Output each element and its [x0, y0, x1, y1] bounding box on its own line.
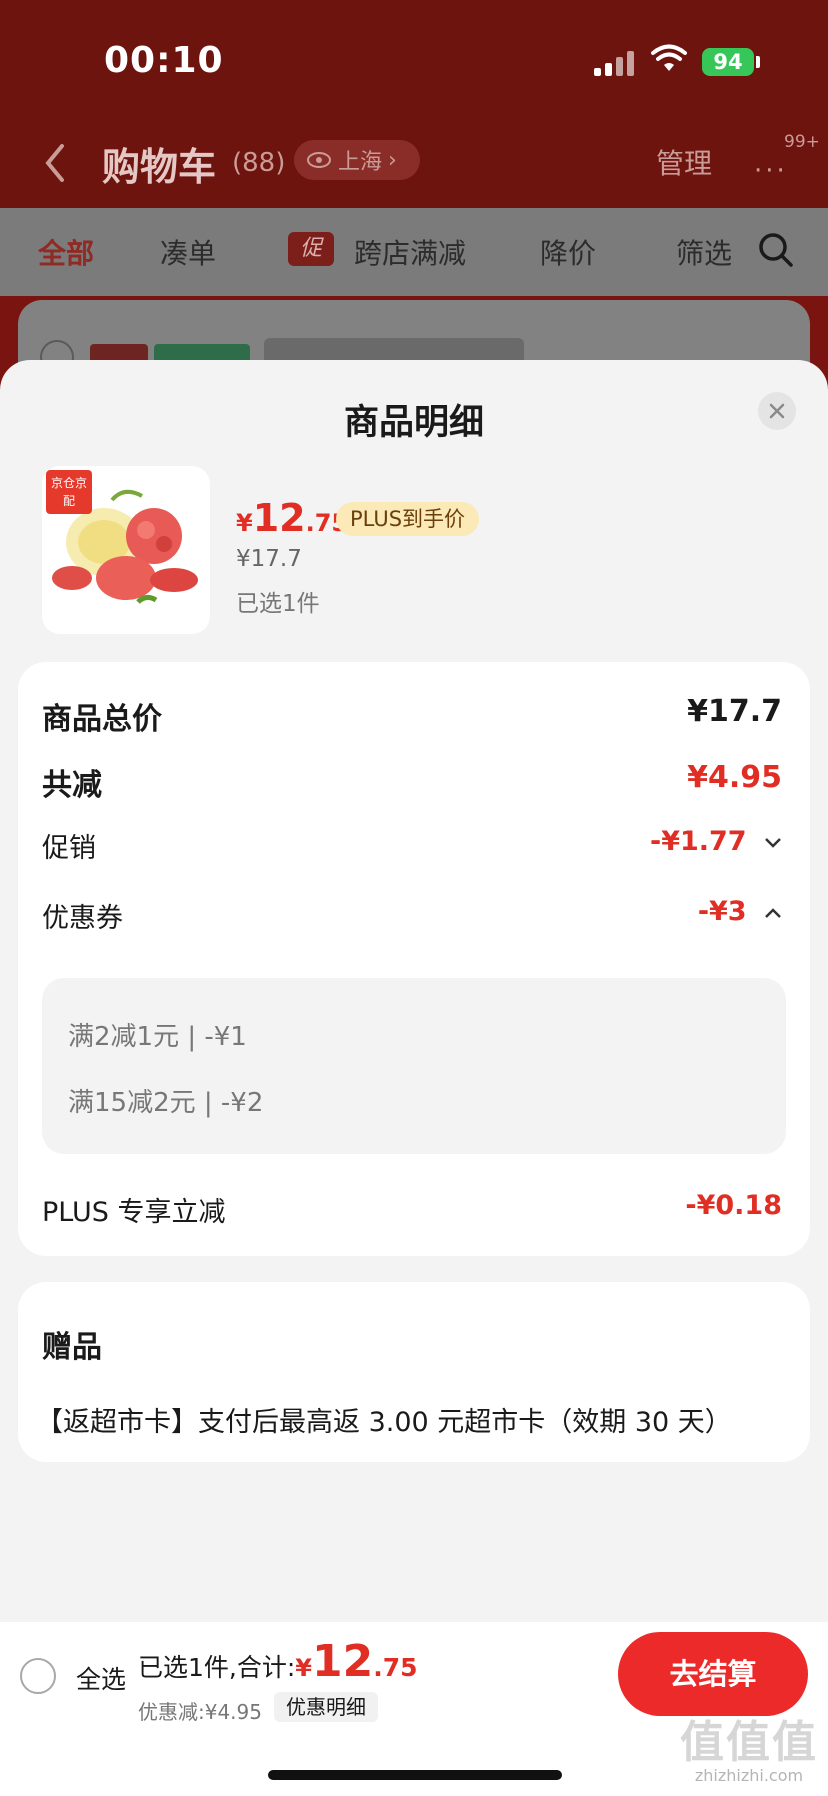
tab-price-drop[interactable]: 降价: [540, 232, 596, 272]
chevron-up-icon: [765, 907, 781, 918]
checkout-button[interactable]: 去结算: [618, 1632, 808, 1716]
promo-row[interactable]: -¥1.77: [650, 826, 782, 857]
manage-button[interactable]: 管理: [656, 142, 712, 182]
total-currency: ¥: [295, 1654, 312, 1682]
total-decimal: .75: [373, 1653, 418, 1682]
sheet-title: 商品明细: [343, 403, 484, 443]
total-reduce-label: 共减: [42, 768, 102, 803]
discount-amount: 优惠减:¥4.95: [138, 1700, 262, 1724]
plus-reduce-label: PLUS 专享立减: [42, 1197, 226, 1228]
chevron-right-icon: ›: [388, 147, 397, 173]
close-button[interactable]: [758, 392, 796, 430]
close-icon: [769, 403, 785, 419]
status-time: 00:10: [104, 40, 224, 81]
search-icon[interactable]: [756, 230, 796, 270]
coupon-label: 优惠券: [42, 903, 123, 934]
total-reduce-value: ¥4.95: [687, 760, 782, 795]
promo-label: 促销: [42, 833, 96, 864]
page-title: 购物车: [102, 145, 217, 189]
discount-detail-button[interactable]: 优惠明细: [274, 1692, 378, 1722]
tab-cross-store-discount[interactable]: 跨店满减: [354, 232, 466, 272]
total-price-label: 商品总价: [42, 702, 162, 737]
product-image: 京仓京配: [42, 466, 210, 634]
brand-mark: 京仓京配: [46, 470, 92, 514]
more-icon[interactable]: ···: [754, 156, 788, 186]
gift-title: 赠品: [42, 1330, 102, 1365]
watermark-logo: 值值值: [680, 1717, 818, 1768]
original-price: ¥17.7: [236, 546, 302, 572]
location-label: 上海: [338, 150, 383, 175]
promo-value: -¥1.77: [649, 826, 747, 857]
signal-icon: [594, 50, 634, 76]
coupon-detail-box: 满2减1元 | -¥1 满15减2元 | -¥2: [42, 978, 786, 1154]
select-all-checkbox[interactable]: [20, 1658, 56, 1694]
summary-prefix: 已选1件,合计:: [138, 1653, 296, 1682]
promo-mark: 促: [288, 232, 334, 266]
plus-price-badge: PLUS到手价: [336, 502, 480, 536]
selected-count: 已选1件: [236, 591, 320, 617]
eye-icon: [307, 152, 331, 168]
coupon-item: 满15减2元 | -¥2: [68, 1088, 264, 1118]
location-pill[interactable]: 上海 ›: [294, 140, 420, 180]
battery-cap: [756, 56, 760, 68]
price-breakdown-card: 商品总价 ¥17.7 共减 ¥4.95 促销 -¥1.77 优惠券 -¥3 满2…: [18, 662, 810, 1256]
chevron-down-icon: [765, 837, 781, 848]
coupon-item: 满2减1元 | -¥1: [68, 1022, 247, 1052]
product-price: ¥ 12 .75: [236, 496, 348, 540]
tab-filter[interactable]: 筛选: [676, 232, 732, 272]
coupon-row[interactable]: -¥3: [698, 896, 782, 927]
gift-card: 赠品 【返超市卡】支付后最高返 3.00 元超市卡（效期 30 天）: [18, 1282, 810, 1462]
watermark-url: zhizhizhi.com: [694, 1766, 804, 1785]
cart-tabs: 全部 凑单 促 跨店满减 降价 筛选: [0, 208, 828, 296]
total-price-value: ¥17.7: [687, 694, 782, 729]
tab-all[interactable]: 全部: [38, 232, 94, 272]
tab-bundle[interactable]: 凑单: [160, 232, 216, 272]
site-watermark: 值值值 zhizhizhi.com: [680, 1706, 818, 1785]
detail-sheet: 商品明细 京仓京配 ¥ 12 .75 PLUS到手价 ¥17.7 已选1件 商品…: [0, 360, 828, 1796]
price-integer: 12: [252, 496, 306, 540]
battery-icon: 94: [702, 48, 754, 76]
cart-count: (88): [232, 148, 286, 178]
total-integer: 12: [311, 1636, 374, 1687]
coupon-value: -¥3: [697, 896, 747, 927]
total-summary: 已选1件,合计: ¥ 12 .75: [138, 1636, 418, 1687]
home-indicator: [268, 1770, 562, 1780]
message-badge: 99+: [784, 132, 820, 152]
back-icon[interactable]: [40, 140, 70, 186]
cart-header: 购物车 (88) 上海 › 管理 ··· 99+: [0, 120, 828, 208]
select-all-label[interactable]: 全选: [76, 1660, 126, 1696]
status-bar: 00:10 94: [0, 0, 828, 120]
wifi-icon: [651, 44, 687, 71]
gift-description: 【返超市卡】支付后最高返 3.00 元超市卡（效期 30 天）: [36, 1407, 732, 1438]
plus-reduce-value: -¥0.18: [685, 1190, 782, 1221]
price-currency: ¥: [236, 509, 253, 537]
